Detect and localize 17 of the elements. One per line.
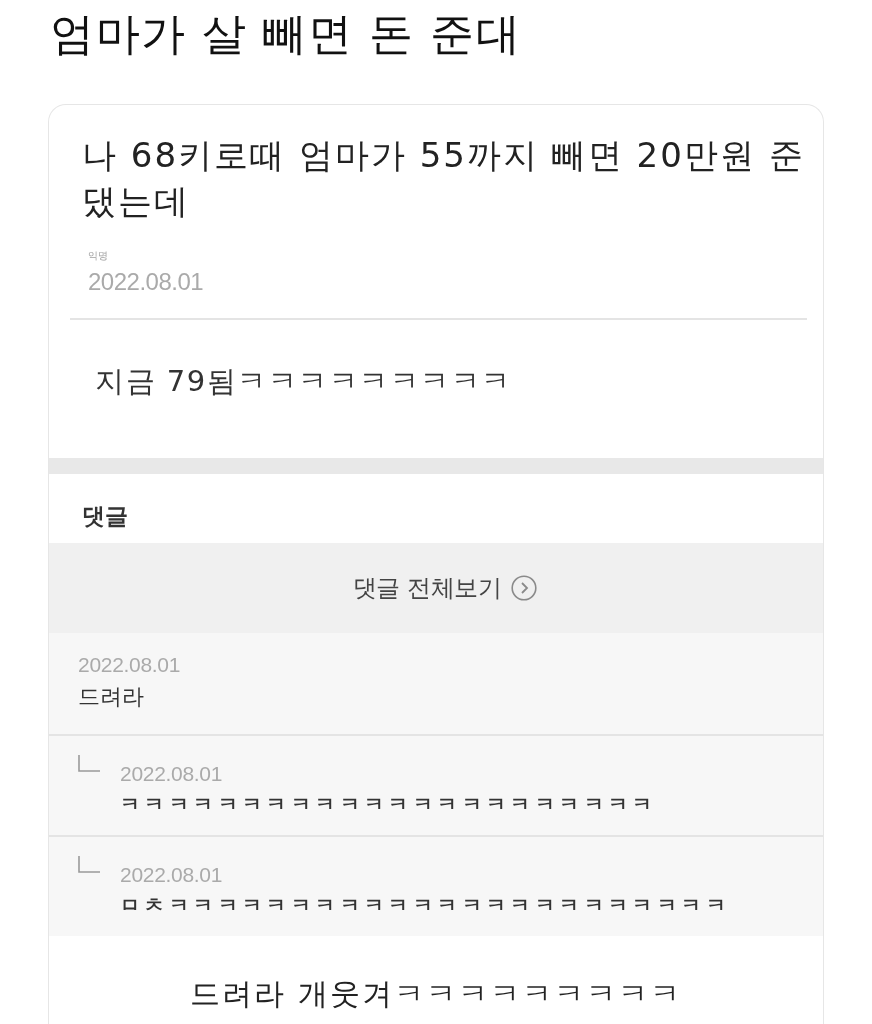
reply-date: 2022.08.01 — [120, 763, 223, 784]
author-label: 익명 — [88, 249, 108, 263]
comment-text: 드려라 — [78, 683, 144, 711]
comments-heading: 댓글 — [82, 502, 128, 531]
reply-indent-icon — [78, 755, 100, 772]
post-date: 2022.08.01 — [88, 270, 204, 294]
post-body: 지금 79됨ㅋㅋㅋㅋㅋㅋㅋㅋㅋ — [95, 363, 512, 400]
view-all-comments-button[interactable]: 댓글 전체보기 — [49, 543, 823, 633]
post-title: 나 68키로때 엄마가 55까지 빼면 20만원 준댔는데 — [82, 134, 806, 223]
reply-date: 2022.08.01 — [120, 864, 223, 885]
chevron-circle-icon — [511, 575, 538, 601]
page-title: 엄마가 살 빼면 돈 준대 — [50, 7, 522, 61]
reply-text: ㅁㅊㅋㅋㅋㅋㅋㅋㅋㅋㅋㅋㅋㅋㅋㅋㅋㅋㅋㅋㅋㅋㅋㅋㅋ — [120, 892, 730, 918]
reply-indent-icon — [78, 856, 100, 873]
caption-text: 드려라 개웃겨ㅋㅋㅋㅋㅋㅋㅋㅋㅋ — [190, 975, 682, 1013]
reply-text: ㅋㅋㅋㅋㅋㅋㅋㅋㅋㅋㅋㅋㅋㅋㅋㅋㅋㅋㅋㅋㅋㅋ — [120, 791, 657, 817]
comment-date: 2022.08.01 — [78, 654, 181, 675]
